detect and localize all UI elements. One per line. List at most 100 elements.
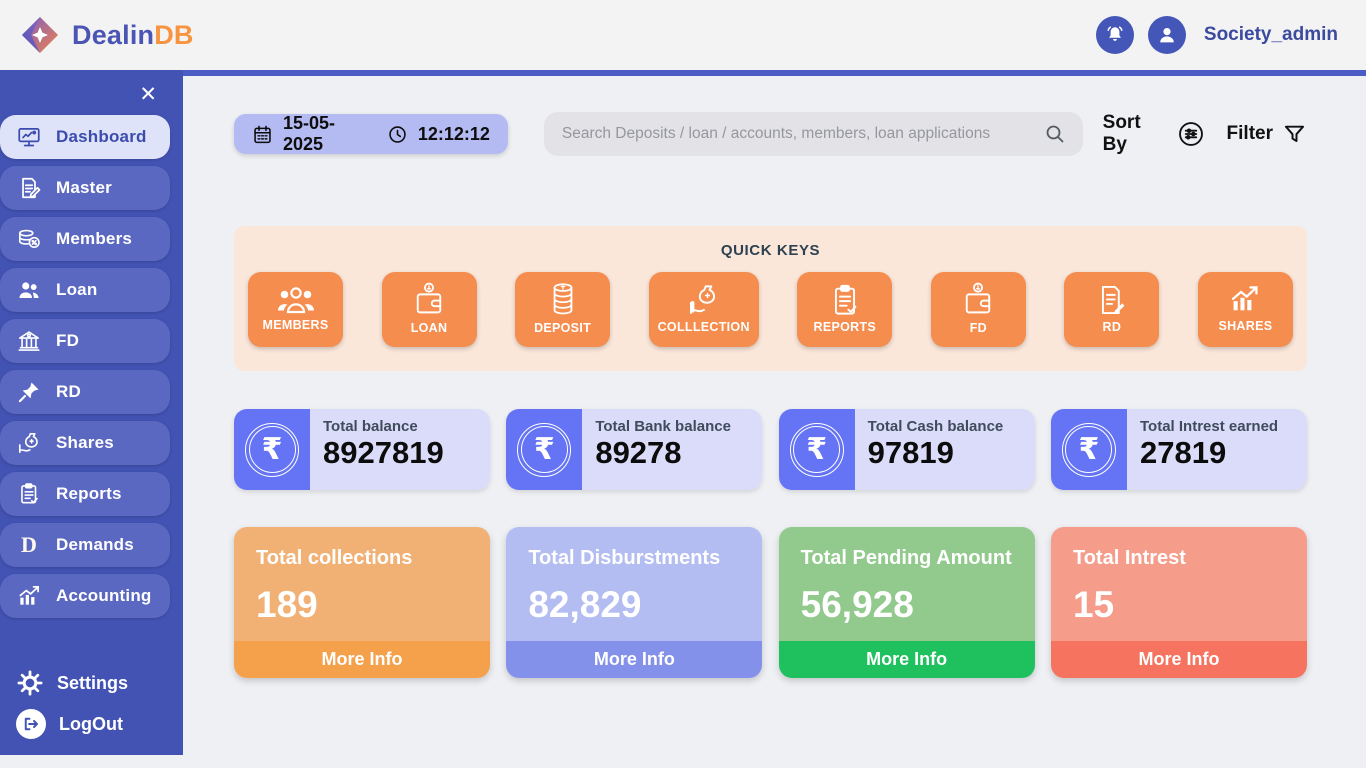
search-bar[interactable]: [544, 112, 1083, 156]
rupee-icon: ₹: [506, 409, 582, 490]
app-root: DealinDB Society_admin ✕: [0, 0, 1366, 768]
stat-body: Total balance 8927819: [310, 409, 490, 490]
bank-icon: [14, 326, 44, 356]
sidebar-item-settings[interactable]: Settings: [16, 669, 183, 697]
sidebar-item-logout[interactable]: LogOut: [16, 709, 183, 739]
document-pen-icon: [14, 173, 44, 203]
sort-by-control[interactable]: Sort By: [1103, 112, 1205, 156]
stat-card-total-cash-balance: ₹ Total Cash balance 97819: [779, 409, 1035, 490]
summary-card-total-pending-amount: Total Pending Amount 56,928 More Info: [779, 527, 1035, 678]
stat-label: Total Intrest earned: [1140, 418, 1307, 435]
more-info-button[interactable]: More Info: [1051, 641, 1307, 678]
rupee-icon: ₹: [234, 409, 310, 490]
sidebar-item-label: Settings: [57, 673, 128, 694]
stat-value: 97819: [868, 435, 1035, 471]
toolbar: 15-05-2025 12:12:12: [234, 112, 1307, 156]
quick-key-loan[interactable]: LOAN: [382, 272, 477, 347]
coins-percent-icon: [14, 224, 44, 254]
summary-card-label: Total Pending Amount: [801, 547, 1035, 570]
stats-row: ₹ Total balance 8927819 ₹ Total Bank bal…: [234, 409, 1307, 490]
stat-body: Total Bank balance 89278: [582, 409, 762, 490]
quick-key-label: MEMBERS: [263, 318, 329, 332]
stat-value: 89278: [595, 435, 762, 471]
stat-body: Total Intrest earned 27819: [1127, 409, 1307, 490]
sidebar-item-shares[interactable]: Shares: [0, 421, 170, 465]
summary-card-value: 82,829: [528, 584, 762, 626]
more-info-button[interactable]: More Info: [779, 641, 1035, 678]
rupee-icon: ₹: [1051, 409, 1127, 490]
sidebar-item-label: RD: [56, 382, 81, 402]
search-input[interactable]: [562, 125, 1042, 143]
quick-keys-row: MEMBERS LOAN: [248, 272, 1293, 347]
group-icon: [276, 285, 316, 315]
wallet-coin-icon: [961, 282, 995, 318]
quick-key-members[interactable]: MEMBERS: [248, 272, 343, 347]
more-info-button[interactable]: More Info: [234, 641, 490, 678]
document-pen-icon: [1095, 283, 1129, 317]
rupee-icon: ₹: [779, 409, 855, 490]
time-value: 12:12:12: [418, 124, 490, 145]
notification-bell-icon[interactable]: [1096, 16, 1134, 54]
summary-cards-row: Total collections 189 More Info Total Di…: [234, 527, 1307, 678]
sidebar-item-reports[interactable]: Reports: [0, 472, 170, 516]
brand-name: DealinDB: [72, 20, 194, 51]
quick-key-label: RD: [1103, 320, 1122, 334]
pushpin-icon: [14, 377, 44, 407]
sidebar-item-label: Dashboard: [56, 127, 147, 147]
datetime-pill: 15-05-2025 12:12:12: [234, 114, 508, 154]
summary-card-body: Total Pending Amount 56,928: [779, 527, 1035, 641]
stat-card-total-interest-earned: ₹ Total Intrest earned 27819: [1051, 409, 1307, 490]
filter-label: Filter: [1227, 123, 1273, 145]
sidebar: ✕ Dashboard: [0, 70, 183, 755]
quick-key-label: FD: [970, 321, 987, 335]
quick-key-deposit[interactable]: DEPOSIT: [515, 272, 610, 347]
summary-card-value: 15: [1073, 584, 1307, 626]
header-divider-bar: [0, 70, 1366, 76]
sidebar-item-accounting[interactable]: Accounting: [0, 574, 170, 618]
sidebar-close-icon[interactable]: ✕: [139, 84, 157, 105]
clipboard-check-icon: [829, 283, 861, 317]
letter-d-icon: D: [14, 530, 44, 560]
summary-card-body: Total collections 189: [234, 527, 490, 641]
summary-card-label: Total collections: [256, 547, 490, 570]
sidebar-item-label: Shares: [56, 433, 114, 453]
moneybag-hand-icon: [14, 428, 44, 458]
quick-key-label: COLLLECTION: [658, 320, 750, 334]
dashboard-icon: [14, 122, 44, 152]
quick-key-label: REPORTS: [814, 320, 877, 334]
sidebar-item-master[interactable]: Master: [0, 166, 170, 210]
more-info-button[interactable]: More Info: [506, 641, 762, 678]
filter-control[interactable]: Filter: [1227, 122, 1307, 147]
sidebar-item-rd[interactable]: RD: [0, 370, 170, 414]
summary-card-label: Total Disburstments: [528, 547, 762, 570]
sidebar-nav: Dashboard Master: [0, 115, 183, 618]
summary-card-body: Total Disburstments 82,829: [506, 527, 762, 641]
sidebar-item-fd[interactable]: FD: [0, 319, 170, 363]
quick-key-collection[interactable]: COLLLECTION: [649, 272, 759, 347]
stat-label: Total Bank balance: [595, 418, 762, 435]
search-icon[interactable]: [1043, 122, 1067, 146]
stat-body: Total Cash balance 97819: [855, 409, 1035, 490]
coin-stack-icon: [546, 282, 580, 318]
sidebar-item-members[interactable]: Members: [0, 217, 170, 261]
quick-key-reports[interactable]: REPORTS: [797, 272, 892, 347]
brand-diamond-icon: [18, 13, 62, 57]
sidebar-item-label: LogOut: [59, 714, 123, 735]
sidebar-item-loan[interactable]: Loan: [0, 268, 170, 312]
quick-key-rd[interactable]: RD: [1064, 272, 1159, 347]
moneybag-hand-icon: [686, 283, 722, 317]
brand-logo: DealinDB: [18, 13, 194, 57]
stat-label: Total balance: [323, 418, 490, 435]
quick-keys-title: QUICK KEYS: [248, 242, 1293, 259]
user-avatar-icon[interactable]: [1148, 16, 1186, 54]
summary-card-total-collections: Total collections 189 More Info: [234, 527, 490, 678]
quick-key-shares[interactable]: SHARES: [1198, 272, 1293, 347]
sidebar-item-dashboard[interactable]: Dashboard: [0, 115, 170, 159]
sidebar-item-label: FD: [56, 331, 79, 351]
summary-card-body: Total Intrest 15: [1051, 527, 1307, 641]
quick-key-fd[interactable]: FD: [931, 272, 1026, 347]
sidebar-item-demands[interactable]: D Demands: [0, 523, 170, 567]
main-content: 15-05-2025 12:12:12: [183, 76, 1366, 768]
user-name[interactable]: Society_admin: [1204, 24, 1338, 46]
sort-sliders-icon: [1177, 120, 1205, 148]
